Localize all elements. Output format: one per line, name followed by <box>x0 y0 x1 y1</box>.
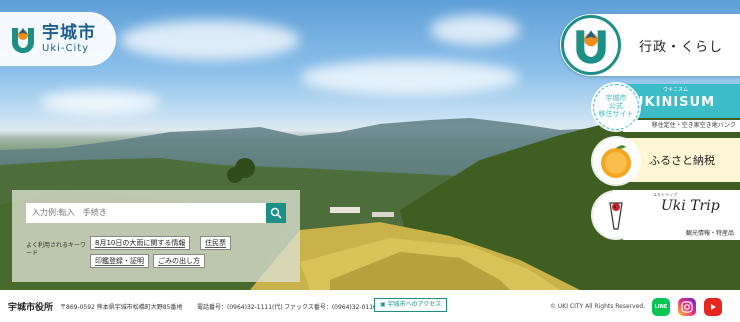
citrus-fruit-icon <box>593 138 639 184</box>
line-label: LINE <box>654 304 668 310</box>
instagram-icon[interactable] <box>678 298 696 316</box>
youtube-icon[interactable] <box>704 298 722 316</box>
uki-trip-link[interactable]: ユキトリップ Uki Trip 観光情報・特産品 <box>593 190 740 240</box>
logo-subtitle: Uki-City <box>42 42 90 54</box>
office-phone: 電話番号：(0964)32-1111(代) <box>197 303 283 311</box>
migration-site-badge: 宇城市 公式 移住サイト <box>593 84 639 130</box>
keywords-label: よく利用されるキーワード <box>26 242 87 258</box>
search-icon <box>270 207 282 219</box>
ukinisum-title: UKINISUM <box>633 95 716 110</box>
keyword-tag[interactable]: ごみの出し方 <box>153 254 205 268</box>
ukinisum-banner-link[interactable]: ウキニスム UKINISUM 移住定住・空き家空き地バンク 宇城市 公式 移住サ… <box>593 82 740 132</box>
search-panel: よく利用されるキーワード 8月10日の大雨に関する情報 住民票 印鑑登録・証明 … <box>12 190 300 282</box>
furusato-title: ふるさと納税 <box>649 154 715 167</box>
keyword-tag[interactable]: 印鑑登録・証明 <box>90 254 149 268</box>
ukitrip-title: Uki Trip <box>661 198 720 214</box>
ukitrip-caption: 観光情報・特産品 <box>623 228 740 240</box>
ukinisum-kana: ウキニスム <box>663 87 689 93</box>
search-button[interactable] <box>266 203 286 223</box>
line-icon[interactable]: LINE <box>652 298 670 316</box>
copyright: © UKI CITY All Rights Reserved. <box>550 302 646 310</box>
badge-bottom: 移住サイト <box>598 109 634 118</box>
access-link[interactable]: ▣ 宇城市へのアクセス <box>374 298 448 312</box>
keyword-tag[interactable]: 8月10日の大雨に関する情報 <box>90 236 191 250</box>
office-fax: ファックス番号：(0964)32-0110 <box>284 303 377 311</box>
site-logo[interactable]: 宇城市 Uki-City <box>0 12 116 66</box>
access-label: 宇城市へのアクセス <box>387 301 442 308</box>
bird-mascot-icon <box>593 192 639 238</box>
admin-living-label: 行政・くらし <box>639 39 724 55</box>
map-pin-icon: ▣ <box>380 301 388 308</box>
keyword-text: ごみの出し方 <box>158 257 200 266</box>
keyword-text: 住民票 <box>205 239 226 248</box>
office-name: 宇城市役所 <box>8 302 54 313</box>
keyword-text: 印鑑登録・証明 <box>95 257 144 266</box>
logo-title: 宇城市 <box>42 22 96 43</box>
search-input[interactable] <box>26 203 266 223</box>
keyword-text: 8月10日の大雨に関する情報 <box>95 239 186 248</box>
city-emblem-icon <box>561 15 621 75</box>
keyword-tag[interactable]: 住民票 <box>200 236 231 250</box>
ukinisum-caption: 移住定住・空き家空き地バンク <box>623 120 740 132</box>
city-emblem-icon <box>8 24 38 54</box>
office-address: 〒869-0592 熊本県宇城市松橋町大野85番地 <box>60 303 183 311</box>
admin-living-link[interactable]: 行政・くらし <box>560 14 740 76</box>
furusato-tax-link[interactable]: ふるさと納税 <box>593 136 740 184</box>
site-footer: 宇城市役所 〒869-0592 熊本県宇城市松橋町大野85番地 電話番号：(09… <box>0 290 740 322</box>
